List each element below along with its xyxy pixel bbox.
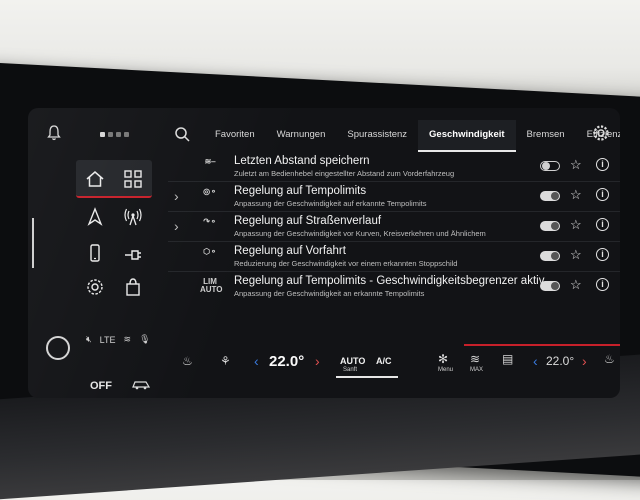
- list-item-title: Regelung auf Vorfahrt: [234, 245, 346, 257]
- list-item-subtitle: Anpassung der Geschwindigkeit auf erkann…: [234, 199, 427, 208]
- star-icon[interactable]: ☆: [570, 277, 582, 293]
- tab-favoriten[interactable]: Favoriten: [204, 120, 266, 150]
- curve-car-icon: ↷⚬: [203, 217, 217, 226]
- climate-off-button[interactable]: OFF: [90, 380, 112, 392]
- tab-spurassistenz[interactable]: Spurassistenz: [336, 120, 418, 150]
- page-indicator[interactable]: [100, 132, 129, 137]
- ac-button[interactable]: A/C: [376, 356, 392, 366]
- temp-right-up-arrow[interactable]: ›: [582, 353, 587, 369]
- auto-climate-button[interactable]: AUTO: [340, 356, 365, 366]
- lim-auto-icon: LIM AUTO: [200, 277, 223, 294]
- gear-icon[interactable]: [592, 124, 610, 142]
- tab-bremsen[interactable]: Bremsen: [516, 120, 576, 150]
- toggle-switch[interactable]: [540, 281, 560, 291]
- app-launcher-grid: [76, 160, 156, 300]
- seat-heat-left-icon[interactable]: ♨︎: [182, 354, 193, 368]
- speed-settings-list: ≋⎯ Letzten Abstand speichern Zuletzt am …: [168, 152, 620, 301]
- tab-geschwindigkeit[interactable]: Geschwindigkeit: [418, 120, 516, 152]
- list-item-title: Regelung auf Straßenverlauf: [234, 215, 382, 227]
- infotainment-screen: 🔇︎ LTE ≋ 🎙︎ OFF Favoriten Warnungen Spur…: [28, 108, 620, 398]
- seat-heat-icon[interactable]: ≋: [124, 334, 132, 345]
- rear-defrost-icon[interactable]: ▤: [502, 352, 513, 366]
- list-item-title: Regelung auf Tempolimits - Geschwindigke…: [234, 275, 545, 287]
- climate-accent-line: [464, 344, 620, 346]
- toggle-switch[interactable]: [540, 191, 560, 201]
- temp-right-down-arrow[interactable]: ‹: [533, 353, 538, 369]
- mute-icon[interactable]: 🔇︎: [86, 334, 92, 345]
- navigation-button[interactable]: [78, 202, 112, 232]
- seat-vent-left-icon[interactable]: ⚘: [220, 354, 231, 368]
- info-icon[interactable]: i: [596, 188, 609, 201]
- left-sidebar: 🔇︎ LTE ≋ 🎙︎ OFF: [28, 108, 178, 398]
- list-item[interactable]: ≋⎯ Letzten Abstand speichern Zuletzt am …: [168, 152, 620, 182]
- apps-button[interactable]: [116, 164, 150, 194]
- list-item-subtitle: Reduzierung der Geschwindigkeit vor eine…: [234, 259, 458, 268]
- search-icon[interactable]: [174, 126, 190, 142]
- list-item-subtitle: Zuletzt am Bedienhebel eingestellter Abs…: [234, 169, 455, 178]
- side-handle[interactable]: [32, 218, 34, 268]
- toggle-switch[interactable]: [540, 161, 560, 171]
- shopping-bag-icon: [126, 278, 140, 296]
- car-gear-icon: [87, 279, 103, 295]
- speed-sign-car-icon: ◎⚬: [203, 187, 217, 196]
- list-item[interactable]: › ↷⚬ Regelung auf Straßenverlauf Anpassu…: [168, 212, 620, 242]
- status-icon-bar: 🔇︎ LTE ≋ 🎙︎: [86, 334, 151, 345]
- auto-mode-label: Sanft: [343, 367, 358, 373]
- list-item-subtitle: Anpassung der Geschwindigkeit an erkannt…: [234, 289, 425, 298]
- star-icon[interactable]: ☆: [570, 247, 582, 263]
- grid-icon: [124, 170, 142, 188]
- user-profile-avatar[interactable]: [46, 336, 70, 360]
- list-item[interactable]: ⬡⚬ Regelung auf Vorfahrt Reduzierung der…: [168, 242, 620, 272]
- microphone-icon[interactable]: 🎙︎: [139, 334, 150, 345]
- lte-signal-icon: LTE: [99, 334, 116, 345]
- list-item-title: Regelung auf Tempolimits: [234, 185, 367, 197]
- distance-icon: ≋⎯: [204, 157, 216, 166]
- list-item-title: Letzten Abstand speichern: [234, 155, 370, 167]
- climate-control-bar: ♨︎ ⚘ ‹ 22.0° › AUTO Sanft A/C ✻ Menu ≋ M…: [168, 344, 620, 398]
- navigation-arrow-icon: [87, 207, 103, 226]
- radio-button[interactable]: [116, 202, 150, 232]
- toggle-switch[interactable]: [540, 251, 560, 261]
- temp-left-value: 22.0°: [269, 353, 305, 370]
- star-icon[interactable]: ☆: [570, 217, 582, 233]
- temp-right-value: 22.0°: [546, 354, 575, 368]
- store-button[interactable]: [116, 272, 150, 302]
- phone-icon: [90, 244, 100, 262]
- home-button[interactable]: [78, 164, 112, 194]
- seat-heat-right-icon[interactable]: ♨︎: [604, 352, 615, 366]
- tab-warnungen[interactable]: Warnungen: [266, 120, 337, 150]
- star-icon[interactable]: ☆: [570, 187, 582, 203]
- home-icon: [86, 171, 104, 187]
- chevron-right-icon[interactable]: ›: [174, 188, 179, 204]
- charging-button[interactable]: [116, 238, 150, 268]
- star-icon[interactable]: ☆: [570, 157, 582, 173]
- car-recirculation-icon[interactable]: [132, 378, 150, 390]
- bell-icon[interactable]: [46, 124, 62, 142]
- chevron-right-icon[interactable]: ›: [174, 218, 179, 234]
- list-item[interactable]: › ◎⚬ Regelung auf Tempolimits Anpassung …: [168, 182, 620, 212]
- max-defrost-label[interactable]: MAX: [470, 367, 483, 373]
- info-icon[interactable]: i: [596, 158, 609, 171]
- temp-left-down-arrow[interactable]: ‹: [254, 353, 259, 369]
- info-icon[interactable]: i: [596, 278, 609, 291]
- radio-antenna-icon: [124, 208, 142, 226]
- info-icon[interactable]: i: [596, 248, 609, 261]
- temp-left-up-arrow[interactable]: ›: [315, 353, 320, 369]
- stop-car-icon: ⬡⚬: [203, 247, 217, 256]
- climate-menu-label[interactable]: Menu: [438, 367, 453, 373]
- defrost-max-icon[interactable]: ≋: [470, 352, 480, 366]
- charging-plug-icon: [125, 250, 141, 260]
- category-tabs: Favoriten Warnungen Spurassistenz Geschw…: [204, 120, 620, 152]
- fan-icon[interactable]: ✻: [438, 352, 448, 366]
- auto-ac-underline: [336, 376, 398, 378]
- phone-button[interactable]: [78, 238, 112, 268]
- list-item[interactable]: LIM AUTO Regelung auf Tempolimits - Gesc…: [168, 272, 620, 301]
- list-item-subtitle: Anpassung der Geschwindigkeit vor Kurven…: [234, 229, 486, 238]
- info-icon[interactable]: i: [596, 218, 609, 231]
- toggle-switch[interactable]: [540, 221, 560, 231]
- vehicle-settings-button[interactable]: [78, 272, 112, 302]
